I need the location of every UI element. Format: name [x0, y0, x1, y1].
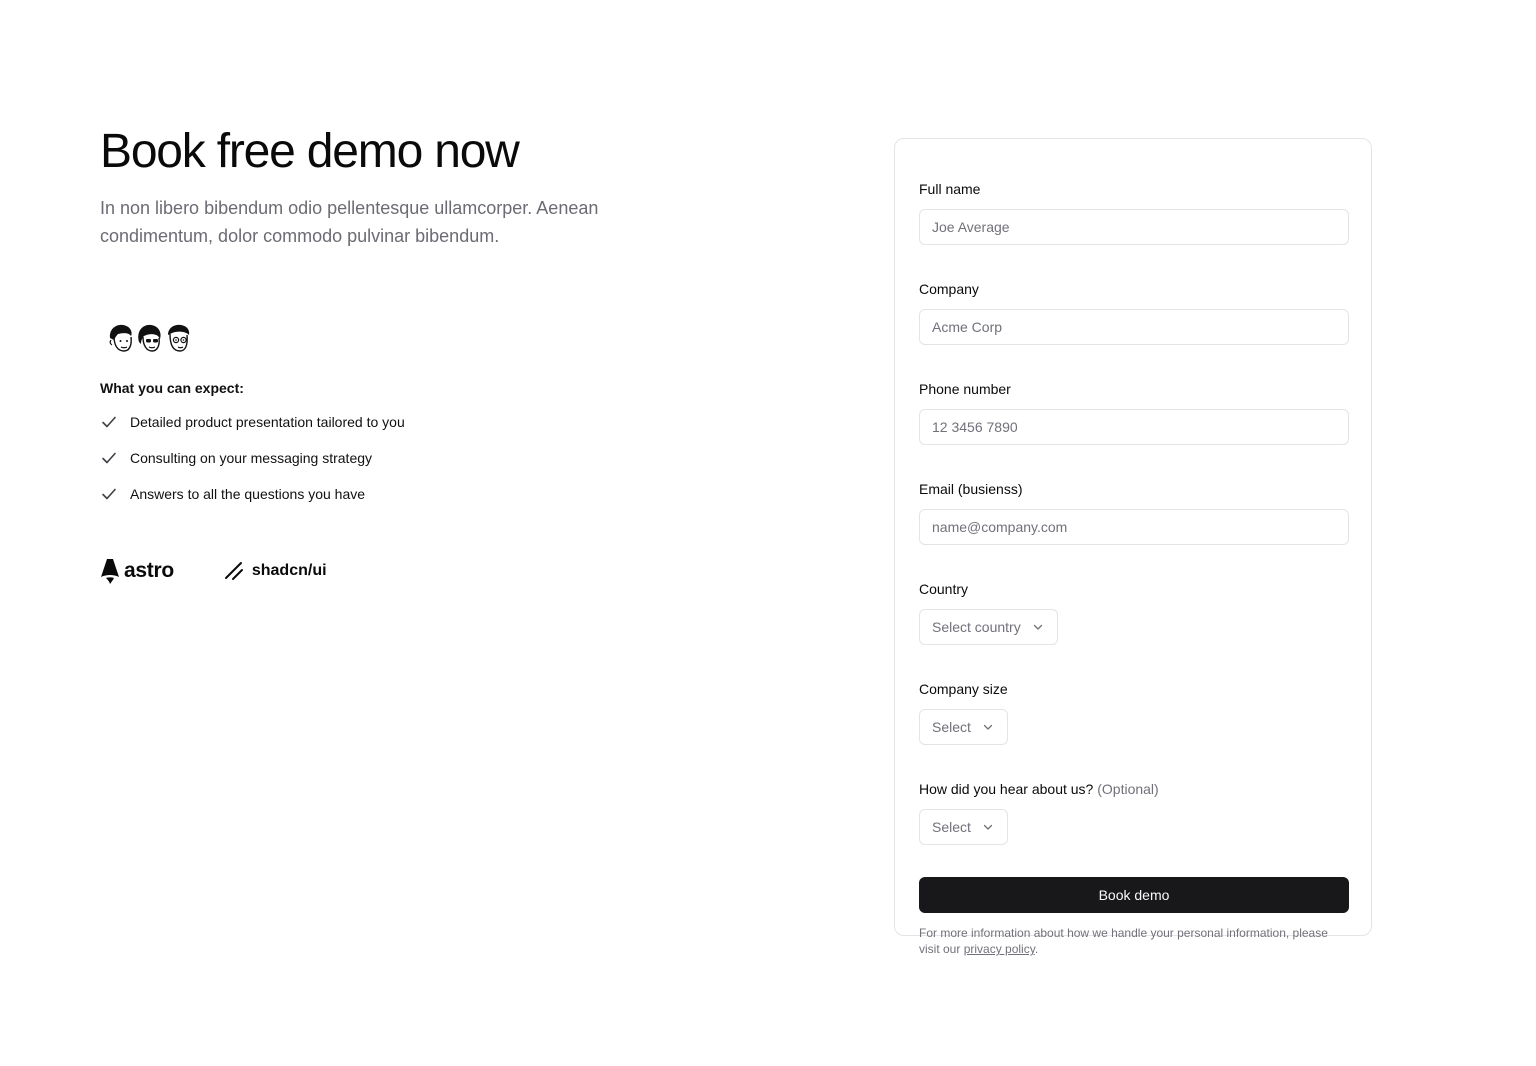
company-size-field: Company size Select	[919, 679, 1347, 779]
company-size-label: Company size	[919, 681, 1008, 697]
company-label: Company	[919, 281, 979, 297]
hear-about-field: How did you hear about us? (Optional) Se…	[919, 779, 1347, 879]
country-select-value: Select country	[932, 619, 1021, 635]
hear-about-select-value: Select	[932, 819, 971, 835]
company-input[interactable]	[919, 309, 1349, 345]
privacy-disclaimer: For more information about how we handle…	[919, 925, 1339, 957]
email-label: Email (busienss)	[919, 481, 1023, 497]
phone-field: Phone number	[919, 379, 1349, 445]
full-name-field: Full name	[919, 179, 1349, 245]
page: Book free demo now In non libero bibendu…	[0, 0, 1536, 1066]
list-item: Answers to all the questions you have	[100, 484, 720, 504]
company-size-select-value: Select	[932, 719, 971, 735]
shadcn-logo: shadcn/ui	[224, 561, 327, 581]
country-label: Country	[919, 581, 969, 597]
company-size-select[interactable]: Select	[919, 709, 1008, 745]
full-name-label: Full name	[919, 181, 981, 197]
full-name-input[interactable]	[919, 209, 1349, 245]
check-icon	[102, 452, 116, 464]
disclaimer-end: .	[1034, 942, 1039, 956]
privacy-policy-link[interactable]: privacy policy	[964, 942, 1035, 956]
list-item-label: Consulting on your messaging strategy	[130, 450, 373, 466]
hear-about-label-text: How did you hear about us?	[919, 781, 1094, 797]
email-input[interactable]	[919, 509, 1349, 545]
hear-about-label: How did you hear about us? (Optional)	[919, 779, 1347, 799]
chevron-down-icon	[983, 724, 993, 730]
page-title: Book free demo now	[100, 125, 520, 178]
astro-logo: astro	[100, 558, 174, 584]
astro-icon	[101, 559, 119, 584]
list-item: Consulting on your messaging strategy	[100, 448, 720, 468]
phone-input[interactable]	[919, 409, 1349, 445]
email-field: Email (busienss)	[919, 479, 1349, 545]
country-select[interactable]: Select country	[919, 609, 1058, 645]
demo-form-card: Full name Company Phone number Email (bu…	[894, 138, 1372, 956]
optional-tag: (Optional)	[1097, 781, 1159, 797]
page-subtitle: In non libero bibendum odio pellentesque…	[100, 198, 599, 246]
partner-logos: astro shadcn/ui	[100, 558, 720, 584]
astro-logo-text: astro	[124, 559, 174, 582]
expect-list: Detailed product presentation tailored t…	[100, 412, 720, 504]
chevron-down-icon	[1033, 624, 1042, 630]
check-icon	[102, 416, 116, 428]
avatar-group	[100, 320, 720, 356]
check-icon	[102, 488, 116, 500]
avatar	[168, 324, 190, 352]
intro-section: Book free demo now In non libero bibendu…	[100, 120, 720, 584]
shadcn-icon	[224, 562, 243, 580]
chevron-down-icon	[983, 824, 993, 830]
avatar	[138, 324, 161, 352]
list-item: Detailed product presentation tailored t…	[100, 412, 720, 432]
company-field: Company	[919, 279, 1349, 345]
shadcn-logo-text: shadcn/ui	[251, 562, 327, 579]
hear-about-select[interactable]: Select	[919, 809, 1008, 845]
list-item-label: Answers to all the questions you have	[130, 486, 366, 502]
expect-heading: What you can expect:	[100, 380, 244, 396]
list-item-label: Detailed product presentation tailored t…	[130, 414, 405, 430]
avatar	[109, 324, 132, 352]
country-field: Country Select country	[919, 579, 1347, 679]
book-demo-button[interactable]: Book demo	[919, 877, 1349, 913]
phone-label: Phone number	[919, 381, 1011, 397]
